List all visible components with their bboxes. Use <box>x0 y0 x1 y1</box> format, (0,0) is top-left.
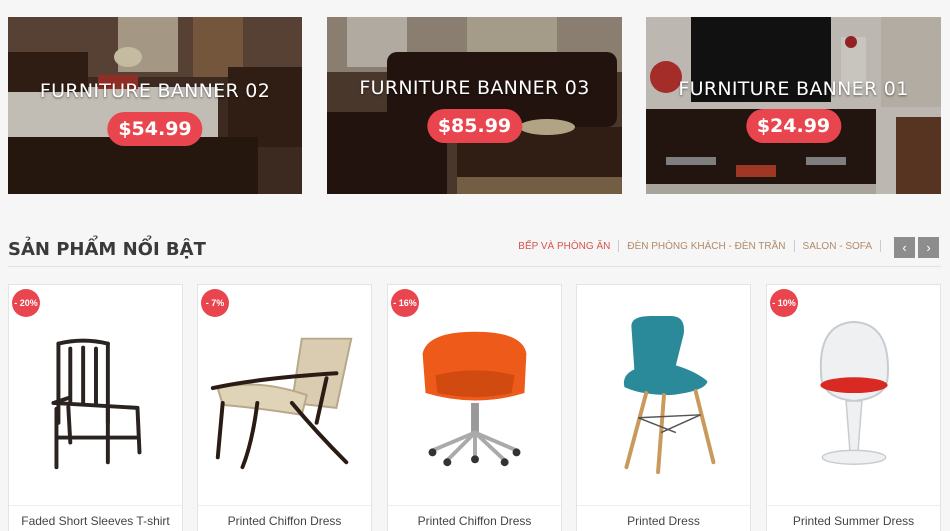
discount-badge: - 16% <box>391 289 419 317</box>
product-image <box>819 320 889 465</box>
chevron-left-icon: ‹ <box>902 240 907 255</box>
tab-salon-sofa[interactable]: SALON - SOFA <box>795 241 880 252</box>
prev-button[interactable]: ‹ <box>894 237 915 258</box>
card-divider <box>388 505 561 506</box>
card-divider <box>9 505 182 506</box>
tab-kitchen-dining[interactable]: BẾP VÀ PHÒNG ĂN <box>510 241 618 252</box>
chevron-right-icon: › <box>926 240 931 255</box>
tab-separator <box>880 240 881 252</box>
banner-tv-room[interactable]: FURNITURE BANNER 01 $24.99 <box>646 17 941 194</box>
discount-badge: - 10% <box>770 289 798 317</box>
category-tabs: BẾP VÀ PHÒNG ĂN ĐÈN PHÒNG KHÁCH - ĐÈN TR… <box>510 240 881 252</box>
banner-price: $85.99 <box>426 109 523 143</box>
product-card[interactable]: - 7% Printed Chiffon Dress <box>197 284 372 531</box>
banner-title: FURNITURE BANNER 03 <box>359 77 590 99</box>
product-card[interactable]: - 10% Printed Summer Dress <box>766 284 941 531</box>
product-image <box>623 315 716 475</box>
banner-overlay <box>646 17 941 194</box>
banner-overlay <box>8 17 302 194</box>
card-divider <box>767 505 940 506</box>
product-image <box>51 338 142 470</box>
banner-row: FURNITURE BANNER 02 $54.99 FURNITURE BAN… <box>8 17 941 194</box>
product-card[interactable]: - 16% Printed Chiffon Dress <box>387 284 562 531</box>
card-divider <box>577 505 750 506</box>
product-name[interactable]: Printed Chiffon Dress <box>198 514 371 528</box>
product-name[interactable]: Printed Summer Dress <box>767 514 940 528</box>
banner-price: $54.99 <box>107 112 203 146</box>
card-divider <box>198 505 371 506</box>
product-card[interactable]: Printed Dress <box>576 284 751 531</box>
product-name[interactable]: Printed Dress <box>577 514 750 528</box>
discount-badge: - 20% <box>12 289 40 317</box>
banner-overlay <box>327 17 622 194</box>
product-name[interactable]: Printed Chiffon Dress <box>388 514 561 528</box>
product-card[interactable]: - 20% Faded Short Sleeves T-shirt <box>8 284 183 531</box>
discount-badge: - 7% <box>201 289 229 317</box>
next-button[interactable]: › <box>918 237 939 258</box>
featured-products-header: SẢN PHẨM NỔI BẬT BẾP VÀ PHÒNG ĂN ĐÈN PHÒ… <box>8 233 941 267</box>
banner-title: FURNITURE BANNER 01 <box>678 78 909 100</box>
product-image <box>210 337 353 470</box>
product-name[interactable]: Faded Short Sleeves T-shirt <box>9 514 182 528</box>
product-image <box>422 331 527 467</box>
banner-living-room[interactable]: FURNITURE BANNER 03 $85.99 <box>327 17 622 194</box>
banner-title: FURNITURE BANNER 02 <box>39 80 271 102</box>
section-title: SẢN PHẨM NỔI BẬT <box>8 239 206 260</box>
banner-bedroom[interactable]: FURNITURE BANNER 02 $54.99 <box>8 17 302 194</box>
banner-price: $24.99 <box>745 109 842 143</box>
tab-living-room-lights[interactable]: ĐÈN PHÒNG KHÁCH - ĐÈN TRẦN <box>619 241 793 252</box>
